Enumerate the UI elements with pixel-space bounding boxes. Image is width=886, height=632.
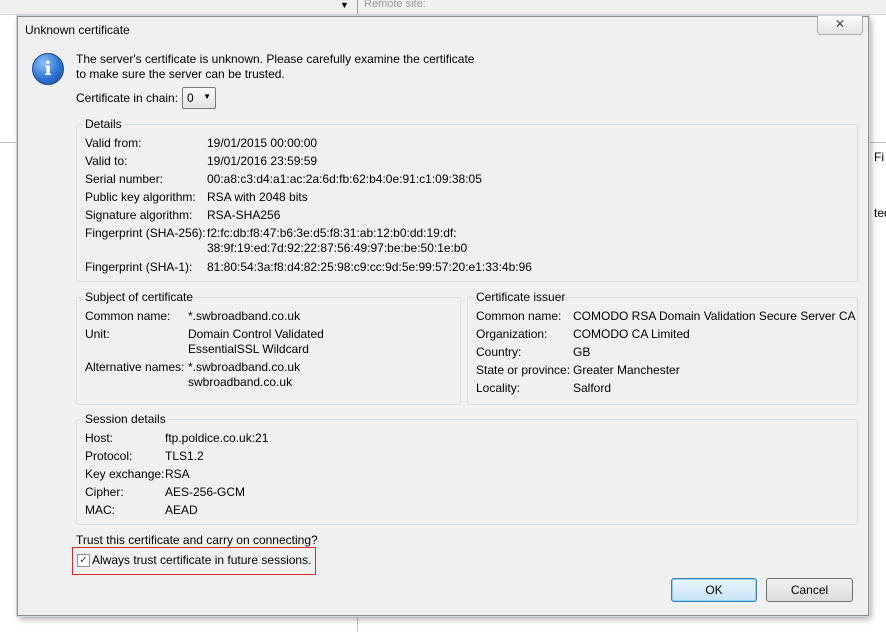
detail-value: 19/01/2015 00:00:00 xyxy=(207,136,318,150)
issuer-label: Country: xyxy=(476,345,522,359)
session-legend: Session details xyxy=(83,412,168,426)
detail-value: f2:fc:db:f8:47:b6:3e:d5:f8:31:ab:12:b0:d… xyxy=(207,226,457,240)
issuer-label: Common name: xyxy=(476,309,562,323)
subject-value: Domain Control Validated xyxy=(188,327,324,341)
issuer-label: Locality: xyxy=(476,381,521,395)
detail-value: 81:80:54:3a:f8:d4:82:25:98:c9:cc:9d:5e:9… xyxy=(207,260,532,274)
detail-value: 19/01/2016 23:59:59 xyxy=(207,154,318,168)
subject-value: swbroadband.co.uk xyxy=(188,375,293,389)
session-value: TLS1.2 xyxy=(165,449,204,463)
background-column-header: Fi xyxy=(874,150,884,164)
subject-value: *.swbroadband.co.uk xyxy=(188,309,301,323)
chain-select-value: 0 xyxy=(187,91,194,105)
issuer-label: Organization: xyxy=(476,327,548,341)
issuer-value: COMODO RSA Domain Validation Secure Serv… xyxy=(573,309,856,323)
warning-message: The server's certificate is unknown. Ple… xyxy=(76,52,474,82)
unknown-certificate-dialog: Unknown certificate ✕ i The server's cer… xyxy=(17,16,869,616)
details-group: Details Valid from: 19/01/2015 00:00:00 … xyxy=(76,117,858,282)
detail-value: RSA-SHA256 xyxy=(207,208,281,222)
issuer-label: State or province: xyxy=(476,363,571,377)
always-trust-checkbox[interactable]: ✓ xyxy=(77,554,90,567)
close-button[interactable]: ✕ xyxy=(817,16,863,35)
detail-label: Fingerprint (SHA-256): xyxy=(85,226,206,240)
issuer-value: GB xyxy=(573,345,591,359)
detail-label: Public key algorithm: xyxy=(85,190,196,204)
background-text: ted xyxy=(874,206,886,220)
details-legend: Details xyxy=(83,117,124,131)
detail-label: Signature algorithm: xyxy=(85,208,193,222)
session-label: MAC: xyxy=(85,503,115,517)
issuer-value: Greater Manchester xyxy=(573,363,680,377)
session-value: AES-256-GCM xyxy=(165,485,246,499)
subject-value: EssentialSSL Wildcard xyxy=(188,342,309,356)
detail-label: Valid from: xyxy=(85,136,142,150)
issuer-value: Salford xyxy=(573,381,612,395)
detail-value: 00:a8:c3:d4:a1:ac:2a:6d:fb:62:b4:0e:91:c… xyxy=(207,172,482,186)
message-line: to make sure the server can be trusted. xyxy=(76,67,285,81)
subject-label: Unit: xyxy=(85,327,110,341)
subject-label: Alternative names: xyxy=(85,360,185,374)
subject-group: Subject of certificate Common name: *.sw… xyxy=(76,290,461,405)
message-line: The server's certificate is unknown. Ple… xyxy=(76,52,475,66)
session-label: Key exchange: xyxy=(85,467,165,481)
session-value: RSA xyxy=(165,467,190,481)
issuer-group: Certificate issuer Common name: COMODO R… xyxy=(467,290,858,405)
issuer-value: COMODO CA Limited xyxy=(573,327,690,341)
background-toolbar xyxy=(0,0,886,15)
dropdown-arrow-icon[interactable]: ▼ xyxy=(340,0,349,10)
detail-value: RSA with 2048 bits xyxy=(207,190,308,204)
certificate-chain-select[interactable]: 0 ▼ xyxy=(182,87,216,109)
cancel-button[interactable]: Cancel xyxy=(766,578,853,602)
detail-label: Fingerprint (SHA-1): xyxy=(85,260,193,274)
background-separator xyxy=(357,0,358,14)
session-group: Session details Host: ftp.poldice.co.uk:… xyxy=(76,412,858,525)
ok-button[interactable]: OK xyxy=(671,578,757,602)
session-label: Protocol: xyxy=(85,449,133,463)
session-label: Cipher: xyxy=(85,485,124,499)
session-value: AEAD xyxy=(165,503,198,517)
subject-legend: Subject of certificate xyxy=(83,290,196,304)
chain-label: Certificate in chain: xyxy=(76,91,179,105)
trust-question: Trust this certificate and carry on conn… xyxy=(76,533,318,547)
dialog-title: Unknown certificate xyxy=(25,23,130,37)
close-icon: ✕ xyxy=(834,17,846,31)
subject-value: *.swbroadband.co.uk xyxy=(188,360,301,374)
subject-label: Common name: xyxy=(85,309,171,323)
issuer-legend: Certificate issuer xyxy=(474,290,568,304)
detail-label: Valid to: xyxy=(85,154,128,168)
session-label: Host: xyxy=(85,431,114,445)
info-icon: i xyxy=(32,53,64,85)
detail-value: 38:9f:19:ed:7d:92:22:87:56:49:97:be:be:5… xyxy=(207,241,468,255)
chevron-down-icon: ▼ xyxy=(203,92,211,101)
always-trust-label[interactable]: Always trust certificate in future sessi… xyxy=(92,553,311,567)
detail-label: Serial number: xyxy=(85,172,164,186)
background-divider xyxy=(0,142,18,143)
session-value: ftp.poldice.co.uk:21 xyxy=(165,431,269,445)
remote-site-label: Remote site: xyxy=(364,0,426,10)
